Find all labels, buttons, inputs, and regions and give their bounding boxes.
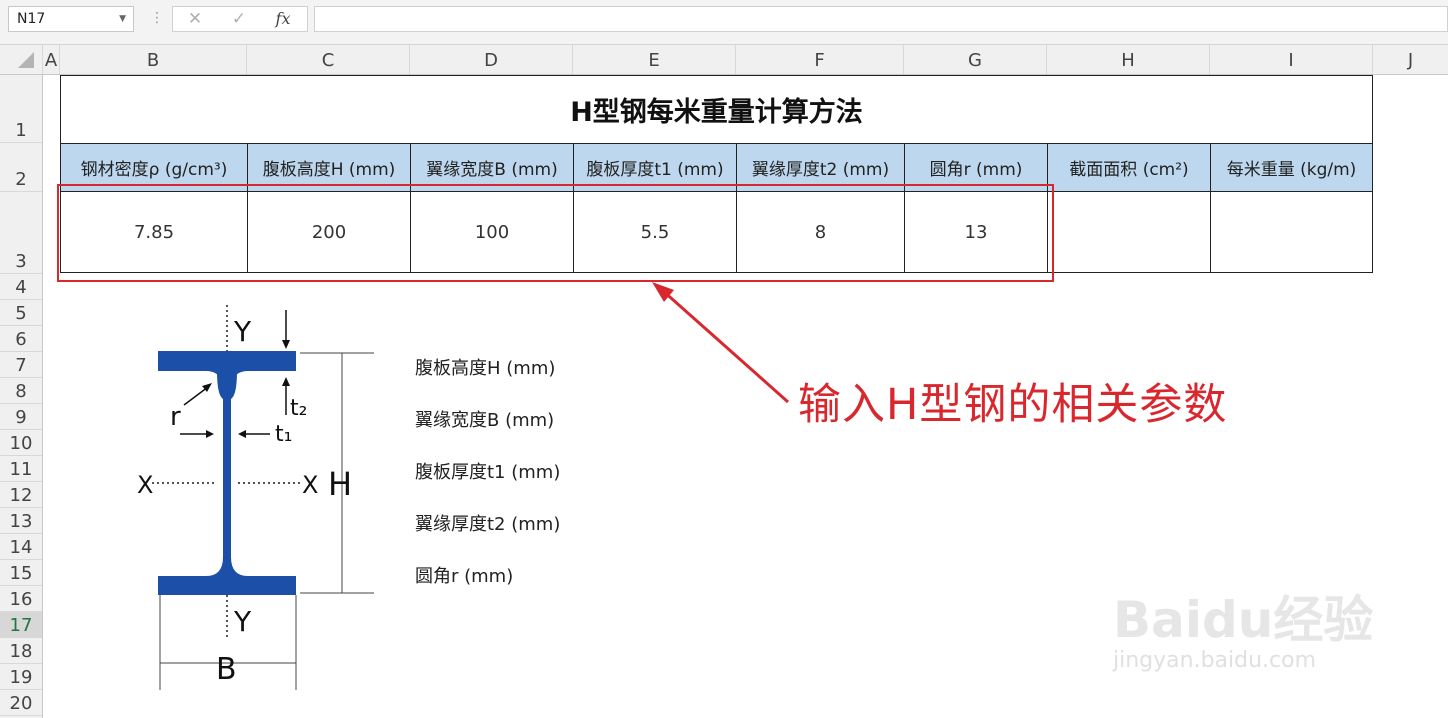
- chevron-down-icon[interactable]: ▼: [119, 7, 126, 31]
- highlight-box: [57, 184, 1054, 282]
- row-header-7[interactable]: 7: [0, 352, 42, 378]
- column-headers: A B C D E F G H I J: [0, 45, 1448, 75]
- row-header-12[interactable]: 12: [0, 482, 42, 508]
- value-section-area[interactable]: [1047, 191, 1210, 273]
- row-header-4[interactable]: 4: [0, 274, 42, 300]
- row-header-10[interactable]: 10: [0, 430, 42, 456]
- formula-bar-separator: ⋮: [150, 10, 164, 26]
- param-label-flange-width: 翼缘宽度B (mm): [415, 410, 555, 431]
- param-label-fillet-radius: 圆角r (mm): [415, 566, 514, 587]
- row-header-8[interactable]: 8: [0, 378, 42, 404]
- row-header-2[interactable]: 2: [0, 143, 42, 192]
- row-header-17[interactable]: 17: [0, 612, 42, 638]
- column-header-e[interactable]: E: [573, 45, 736, 74]
- label-b: B: [216, 652, 237, 687]
- insert-function-button[interactable]: fx: [263, 8, 303, 30]
- name-box-value: N17: [17, 11, 46, 27]
- row-header-11[interactable]: 11: [0, 456, 42, 482]
- row-header-6[interactable]: 6: [0, 326, 42, 352]
- formula-tools: ✕ ✓ fx: [172, 6, 308, 32]
- h-beam-diagram: Y Y X X H B r t₂ t₁: [137, 305, 374, 690]
- label-h: H: [328, 465, 352, 503]
- name-box[interactable]: N17 ▼: [8, 6, 134, 32]
- label-t1: t₁: [275, 422, 292, 447]
- label-x-right: X: [302, 471, 318, 499]
- cancel-icon[interactable]: ✕: [175, 8, 215, 30]
- column-header-b[interactable]: B: [60, 45, 247, 74]
- row-header-5[interactable]: 5: [0, 300, 42, 326]
- row-header-18[interactable]: 18: [0, 638, 42, 664]
- baidu-watermark-logo: Baidu经验: [1113, 591, 1374, 649]
- param-label-web-height: 腹板高度H (mm): [415, 358, 556, 379]
- row-header-16[interactable]: 16: [0, 586, 42, 612]
- header-section-area[interactable]: 截面面积 (cm²): [1047, 143, 1210, 191]
- formula-input[interactable]: [314, 6, 1448, 32]
- label-t2: t₂: [290, 396, 307, 421]
- sheet-title[interactable]: H型钢每米重量计算方法: [60, 75, 1373, 143]
- column-header-c[interactable]: C: [247, 45, 410, 74]
- baidu-watermark-url: jingyan.baidu.com: [1113, 648, 1317, 673]
- formula-bar: N17 ▼ ⋮ ✕ ✓ fx: [0, 0, 1448, 45]
- row-headers: 1 2 3 4 5 6 7 8 9 10 11 12 13 14 15 16 1…: [0, 75, 43, 718]
- column-header-i[interactable]: I: [1210, 45, 1373, 74]
- h-beam-shape: [158, 351, 296, 595]
- label-r: r: [170, 402, 181, 432]
- row-header-9[interactable]: 9: [0, 404, 42, 430]
- row-header-13[interactable]: 13: [0, 508, 42, 534]
- value-weight-per-meter[interactable]: [1210, 191, 1373, 273]
- check-icon[interactable]: ✓: [219, 8, 259, 30]
- row-header-15[interactable]: 15: [0, 560, 42, 586]
- annotation-arrow-icon: [652, 282, 789, 404]
- column-header-h[interactable]: H: [1047, 45, 1210, 74]
- label-y-top: Y: [233, 315, 252, 348]
- header-weight-per-meter[interactable]: 每米重量 (kg/m): [1210, 143, 1373, 191]
- column-header-f[interactable]: F: [736, 45, 904, 74]
- annotation-text: 输入H型钢的相关参数: [798, 380, 1228, 430]
- label-y-bottom: Y: [233, 605, 252, 638]
- row-header-3[interactable]: 3: [0, 192, 42, 274]
- column-header-g[interactable]: G: [904, 45, 1047, 74]
- param-label-flange-thickness: 翼缘厚度t2 (mm): [415, 514, 561, 535]
- row-header-1[interactable]: 1: [0, 75, 42, 143]
- column-header-d[interactable]: D: [410, 45, 573, 74]
- param-label-web-thickness: 腹板厚度t1 (mm): [415, 462, 561, 483]
- column-header-j[interactable]: J: [1373, 45, 1448, 74]
- row-header-19[interactable]: 19: [0, 664, 42, 690]
- row-header-20[interactable]: 20: [0, 690, 42, 716]
- select-all-triangle-icon[interactable]: [18, 52, 34, 68]
- row-header-14[interactable]: 14: [0, 534, 42, 560]
- label-x-left: X: [137, 471, 153, 499]
- column-header-a[interactable]: A: [43, 45, 60, 74]
